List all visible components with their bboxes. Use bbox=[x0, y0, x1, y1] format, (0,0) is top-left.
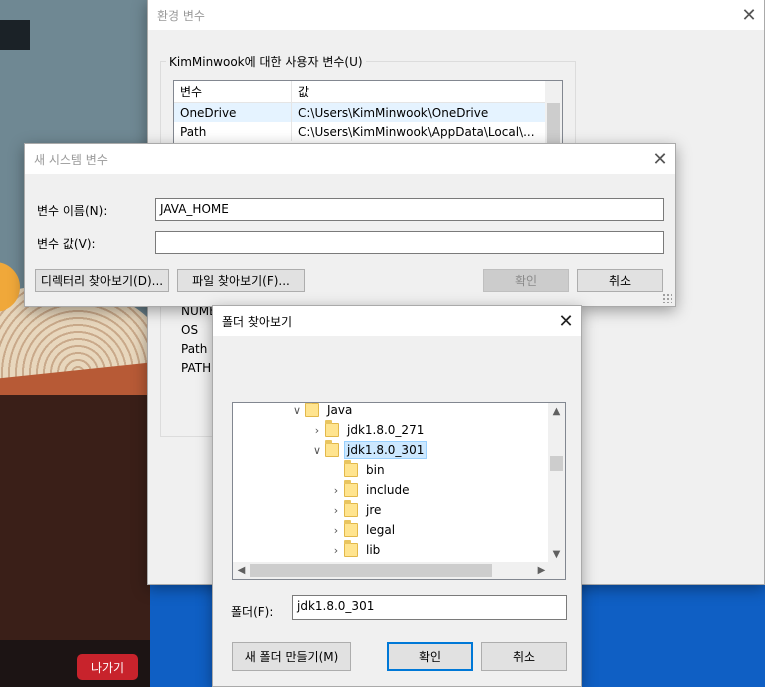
folder-field[interactable]: jdk1.8.0_301 bbox=[292, 595, 567, 620]
variable-value-label: 변수 값(V): bbox=[37, 237, 96, 251]
folder-icon bbox=[305, 403, 319, 417]
new-system-variable-dialog: 새 시스템 변수 ✕ 변수 이름(N): JAVA_HOME 변수 값(V): … bbox=[24, 143, 676, 307]
tree-item-jdk271[interactable]: › jdk1.8.0_271 bbox=[309, 420, 427, 440]
list-item[interactable]: Path C:\Users\KimMinwook\AppData\Local\.… bbox=[174, 122, 562, 141]
wallpaper-shape bbox=[0, 395, 150, 655]
group-title: KimMinwook에 대한 사용자 변수(U) bbox=[166, 53, 366, 70]
scrollbar-thumb[interactable] bbox=[547, 103, 560, 143]
tree-item-jdk301[interactable]: ∨ jdk1.8.0_301 bbox=[309, 440, 428, 460]
browse-directory-button[interactable]: 디렉터리 찾아보기(D)... bbox=[35, 269, 169, 292]
cancel-button[interactable]: 취소 bbox=[577, 269, 663, 292]
list-header: 변수 값 bbox=[174, 81, 562, 103]
close-icon[interactable]: ✕ bbox=[645, 144, 675, 174]
tree-item-label: jdk1.8.0_301 bbox=[344, 441, 428, 459]
folder-icon bbox=[325, 420, 339, 437]
variable-name-field[interactable]: JAVA_HOME bbox=[155, 198, 664, 221]
chevron-right-icon[interactable]: › bbox=[328, 484, 344, 497]
scrollbar-corner bbox=[548, 562, 565, 579]
browse-titlebar: 폴더 찾아보기 ✕ bbox=[213, 306, 581, 336]
close-icon[interactable]: ✕ bbox=[551, 306, 581, 336]
scrollbar[interactable] bbox=[545, 81, 562, 149]
folder-icon bbox=[344, 520, 358, 537]
browse-file-button[interactable]: 파일 찾아보기(F)... bbox=[177, 269, 305, 292]
tree-item-label: legal bbox=[366, 523, 396, 537]
tree-item-label: Java bbox=[327, 403, 353, 417]
ok-button[interactable]: 확인 bbox=[387, 642, 473, 671]
browse-folder-dialog: 폴더 찾아보기 ✕ ∨ Java › jdk1.8.0_271 ∨ jdk1.8… bbox=[212, 305, 582, 687]
variable-value-field[interactable] bbox=[155, 231, 664, 254]
scroll-up-icon[interactable]: ▲ bbox=[548, 403, 565, 420]
tree-item-label: include bbox=[366, 483, 410, 497]
column-header-value[interactable]: 값 bbox=[292, 81, 562, 102]
chevron-right-icon[interactable]: › bbox=[328, 504, 344, 517]
chevron-down-icon[interactable]: ∨ bbox=[289, 404, 305, 417]
variable-name-label: 변수 이름(N): bbox=[37, 204, 108, 218]
tree-item-bin[interactable]: bin bbox=[328, 460, 388, 480]
variable-name: Path bbox=[174, 122, 292, 141]
scroll-left-icon[interactable]: ◀ bbox=[233, 562, 250, 579]
chevron-down-icon[interactable]: ∨ bbox=[309, 444, 325, 457]
chevron-right-icon[interactable]: › bbox=[328, 544, 344, 557]
folder-icon bbox=[344, 540, 358, 557]
resize-grip-icon[interactable] bbox=[662, 293, 672, 303]
folder-tree[interactable]: ∨ Java › jdk1.8.0_271 ∨ jdk1.8.0_301 bin… bbox=[232, 402, 566, 580]
folder-icon bbox=[344, 460, 358, 477]
list-item[interactable]: OneDrive C:\Users\KimMinwook\OneDrive bbox=[174, 103, 562, 122]
variable-value: C:\Users\KimMinwook\OneDrive bbox=[298, 105, 489, 120]
column-header-variable[interactable]: 변수 bbox=[174, 81, 292, 102]
tree-item-label: lib bbox=[366, 543, 381, 557]
tree-item-label: jdk1.8.0_271 bbox=[347, 423, 425, 437]
cancel-button[interactable]: 취소 bbox=[481, 642, 567, 671]
scrollbar-thumb[interactable] bbox=[250, 564, 492, 577]
tree-item-label: bin bbox=[366, 463, 385, 477]
scrollbar-thumb[interactable] bbox=[550, 456, 563, 471]
dialog-title: 새 시스템 변수 bbox=[34, 152, 108, 167]
folder-icon bbox=[344, 480, 358, 497]
dialog-title: 폴더 찾아보기 bbox=[222, 314, 293, 329]
tree-item-label: jre bbox=[366, 503, 382, 517]
chevron-right-icon[interactable]: › bbox=[309, 424, 325, 437]
user-variables-list[interactable]: 변수 값 OneDrive C:\Users\KimMinwook\OneDri… bbox=[173, 80, 563, 150]
variable-name: OneDrive bbox=[174, 103, 292, 122]
folder-label: 폴더(F): bbox=[231, 605, 274, 619]
folder-icon bbox=[325, 440, 339, 457]
exit-button[interactable]: 나가기 bbox=[77, 654, 138, 680]
chevron-right-icon[interactable]: › bbox=[328, 524, 344, 537]
new-folder-button[interactable]: 새 폴더 만들기(M) bbox=[232, 642, 351, 671]
horizontal-scrollbar[interactable]: ◀ ▶ bbox=[233, 562, 550, 579]
close-icon[interactable]: ✕ bbox=[734, 0, 764, 30]
tree-item-jre[interactable]: › jre bbox=[328, 500, 384, 520]
env-titlebar: 환경 변수 ✕ bbox=[148, 0, 764, 30]
wallpaper-shape bbox=[0, 20, 30, 50]
tree-item-include[interactable]: › include bbox=[328, 480, 412, 500]
tree-item-legal[interactable]: › legal bbox=[328, 520, 398, 540]
tree-item-java[interactable]: ∨ Java bbox=[289, 403, 355, 420]
window-title: 환경 변수 bbox=[157, 8, 205, 23]
desktop-wallpaper bbox=[0, 0, 150, 687]
folder-icon bbox=[344, 500, 358, 517]
vertical-scrollbar[interactable]: ▲ ▼ bbox=[548, 403, 565, 563]
variable-value: C:\Users\KimMinwook\AppData\Local\... bbox=[298, 124, 535, 139]
tree-item-lib[interactable]: › lib bbox=[328, 540, 383, 560]
newvar-titlebar: 새 시스템 변수 ✕ bbox=[25, 144, 675, 174]
scroll-down-icon[interactable]: ▼ bbox=[548, 546, 565, 563]
ok-button[interactable]: 확인 bbox=[483, 269, 569, 292]
